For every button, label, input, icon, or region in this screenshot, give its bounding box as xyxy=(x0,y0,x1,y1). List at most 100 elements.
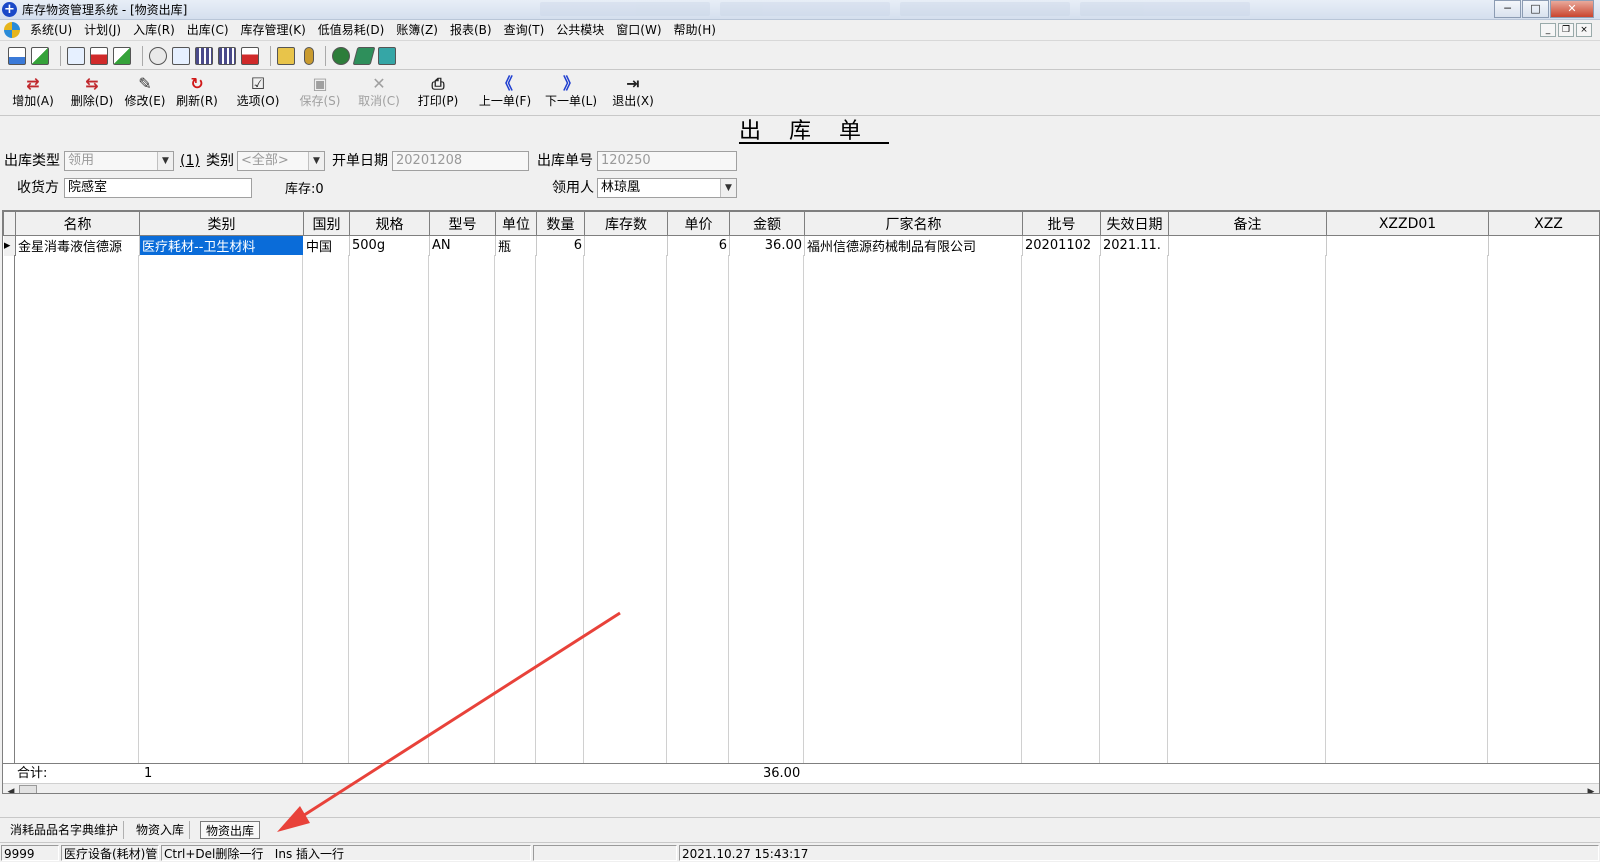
requester-select[interactable]: 林琼凰 ▼ xyxy=(597,178,737,198)
table-cell[interactable] xyxy=(1168,235,1327,256)
exit-button[interactable]: ⇥ 退出(X) xyxy=(609,75,657,113)
table-cell[interactable] xyxy=(584,235,668,256)
refresh-button[interactable]: ↻ 刷新(R) xyxy=(173,75,221,113)
book-icon[interactable] xyxy=(352,46,376,65)
save-icon[interactable] xyxy=(31,46,49,65)
maximize-button[interactable]: □ xyxy=(1522,0,1549,18)
outbound-type-select[interactable]: 领用 ▼ xyxy=(64,151,174,171)
column-header[interactable]: 厂家名称 xyxy=(804,211,1023,236)
column-header[interactable]: 备注 xyxy=(1168,211,1327,236)
column-header[interactable]: 型号 xyxy=(429,211,496,236)
print-preview-icon[interactable] xyxy=(90,46,108,65)
exit-icon[interactable] xyxy=(378,46,396,65)
previous-icon: 《 xyxy=(496,74,513,93)
save-button[interactable]: ▣ 保存(S) xyxy=(296,75,344,113)
close-button[interactable]: ✕ xyxy=(1550,0,1594,18)
search-icon[interactable] xyxy=(149,46,167,65)
column-header[interactable]: XZZD01 xyxy=(1326,211,1489,236)
edit-icon[interactable] xyxy=(172,46,190,65)
add-button[interactable]: ⇄ 增加(A) xyxy=(8,75,58,113)
column-header[interactable]: 名称 xyxy=(15,211,140,236)
menu-bar: 系统(U) 计划(J) 入库(R) 出库(C) 库存管理(K) 低值易耗(D) 账簿(Z) 报… xyxy=(0,20,1600,41)
menu-item[interactable]: 公共模块 xyxy=(550,20,610,41)
table-row[interactable]: ▶ 金星消毒液信德源 医疗耗材--卫生材料 中国 500g AN 瓶 6 6 36.00 福州信德源… xyxy=(3,235,1599,256)
scroll-thumb[interactable] xyxy=(19,785,37,793)
column-header[interactable]: 金额 xyxy=(729,211,805,236)
system-logo-icon[interactable] xyxy=(4,22,20,38)
scroll-left-icon[interactable]: ◀ xyxy=(3,784,19,793)
table-cell[interactable]: 金星消毒液信德源 xyxy=(15,235,140,256)
save-icon: ▣ xyxy=(312,74,328,93)
circle-icon[interactable] xyxy=(332,46,350,65)
lock-icon[interactable] xyxy=(277,46,295,65)
mdi-minimize-button[interactable]: _ xyxy=(1540,23,1556,37)
minimize-button[interactable]: ─ xyxy=(1494,0,1521,18)
column-header[interactable]: 规格 xyxy=(349,211,430,236)
menu-item[interactable]: 账簿(Z) xyxy=(390,20,444,41)
edit-button[interactable]: ✎ 修改(E) xyxy=(120,75,170,113)
document-icon[interactable] xyxy=(67,46,85,65)
menu-item[interactable]: 报表(B) xyxy=(444,20,498,41)
table-cell[interactable]: 瓶 xyxy=(495,235,537,256)
chart-icon[interactable] xyxy=(113,46,131,65)
table-cell[interactable]: 20201102 xyxy=(1022,235,1101,256)
table-cell[interactable]: 6 xyxy=(667,235,730,256)
mdi-close-button[interactable]: × xyxy=(1576,23,1592,37)
column-header[interactable]: 单价 xyxy=(667,211,730,236)
tab-inbound[interactable]: 物资入库 xyxy=(131,821,191,839)
table-cell[interactable]: 36.00 xyxy=(729,235,805,256)
stock-label: 库存:0 xyxy=(285,182,324,197)
status-code: 9999 xyxy=(1,845,59,861)
category-select[interactable]: <全部> ▼ xyxy=(237,151,325,171)
menu-item[interactable]: 计划(J) xyxy=(78,20,127,41)
cancel-label: 取消(C) xyxy=(358,94,400,108)
table-cell[interactable]: 中国 xyxy=(303,235,350,256)
options-button[interactable]: ☑ 选项(O) xyxy=(232,75,284,113)
chevron-down-icon[interactable]: ▼ xyxy=(720,179,736,197)
column-header[interactable]: 类别 xyxy=(139,211,304,236)
column-header[interactable]: XZZ xyxy=(1488,211,1599,236)
open-icon[interactable] xyxy=(8,46,26,65)
menu-item[interactable]: 帮助(H) xyxy=(668,20,722,41)
table-cell[interactable]: 500g xyxy=(349,235,430,256)
tab-dictionary[interactable]: 消耗品品名字典维护 xyxy=(5,821,125,839)
grid-icon[interactable] xyxy=(195,46,213,65)
menu-item[interactable]: 查询(T) xyxy=(498,20,551,41)
previous-button[interactable]: 《上一单(F) xyxy=(474,75,536,113)
column-header[interactable]: 失效日期 xyxy=(1100,211,1169,236)
menu-item[interactable]: 出库(C) xyxy=(181,20,235,41)
column-header[interactable]: 库存数 xyxy=(584,211,668,236)
column-header[interactable]: 国别 xyxy=(303,211,350,236)
chevron-down-icon[interactable]: ▼ xyxy=(308,152,324,170)
table-cell[interactable]: 2021.11. xyxy=(1100,235,1169,256)
key-icon[interactable] xyxy=(304,46,314,65)
horizontal-scrollbar[interactable]: ◀ ▶ xyxy=(3,783,1599,793)
column-header[interactable]: 单位 xyxy=(495,211,537,236)
mdi-restore-button[interactable]: ❐ xyxy=(1558,23,1574,37)
table-cell[interactable]: AN xyxy=(429,235,496,256)
column-header[interactable]: 数量 xyxy=(536,211,585,236)
delete-button[interactable]: ⇆ 删除(D) xyxy=(68,75,116,113)
order-number-field[interactable]: 120250 xyxy=(597,151,737,171)
print-button[interactable]: ⎙ 打印(P) xyxy=(414,75,462,113)
column-header[interactable]: 批号 xyxy=(1022,211,1101,236)
menu-item[interactable]: 库存管理(K) xyxy=(235,20,312,41)
cancel-button[interactable]: ✕ 取消(C) xyxy=(355,75,403,113)
menu-item[interactable]: 系统(U) xyxy=(24,20,78,41)
chevron-down-icon[interactable]: ▼ xyxy=(157,152,173,170)
calculator-icon[interactable] xyxy=(218,46,236,65)
next-button[interactable]: 》下一单(L) xyxy=(540,75,602,113)
open-date-field[interactable]: 20201208 xyxy=(392,151,529,171)
table-cell[interactable]: 6 xyxy=(536,235,585,256)
menu-item[interactable]: 入库(R) xyxy=(127,20,181,41)
receiver-field[interactable]: 院感室 xyxy=(64,178,252,198)
scroll-right-icon[interactable]: ▶ xyxy=(1583,784,1599,793)
table-cell[interactable] xyxy=(1488,235,1599,256)
tab-outbound[interactable]: 物资出库 xyxy=(200,821,261,839)
menu-item[interactable]: 低值易耗(D) xyxy=(312,20,391,41)
menu-item[interactable]: 窗口(W) xyxy=(610,20,667,41)
table-cell[interactable]: 医疗耗材--卫生材料 xyxy=(139,235,304,256)
user-icon[interactable] xyxy=(241,46,259,65)
table-cell[interactable]: 福州信德源药械制品有限公司 xyxy=(804,235,1023,256)
table-cell[interactable] xyxy=(1326,235,1489,256)
